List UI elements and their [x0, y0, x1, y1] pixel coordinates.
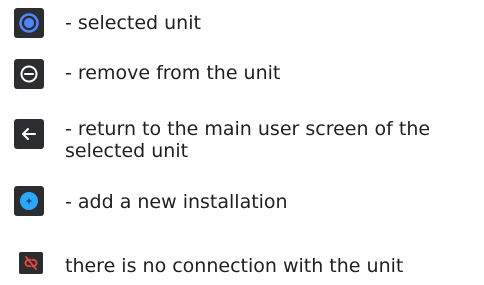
legend-text-return: - return to the main user screen of the …	[65, 118, 431, 162]
selected-unit-icon	[14, 8, 44, 38]
arrow-left-icon	[14, 119, 44, 149]
remove-circle-icon	[14, 59, 44, 89]
legend-text-no-connection: there is no connection with the unit	[65, 255, 404, 277]
add-circle-icon	[14, 186, 44, 216]
link-broken-icon	[19, 252, 43, 274]
legend-text-add: - add a new installation	[65, 191, 288, 213]
legend-text-remove: - remove from the unit	[65, 62, 281, 84]
legend-text-selected-unit: - selected unit	[65, 12, 201, 34]
